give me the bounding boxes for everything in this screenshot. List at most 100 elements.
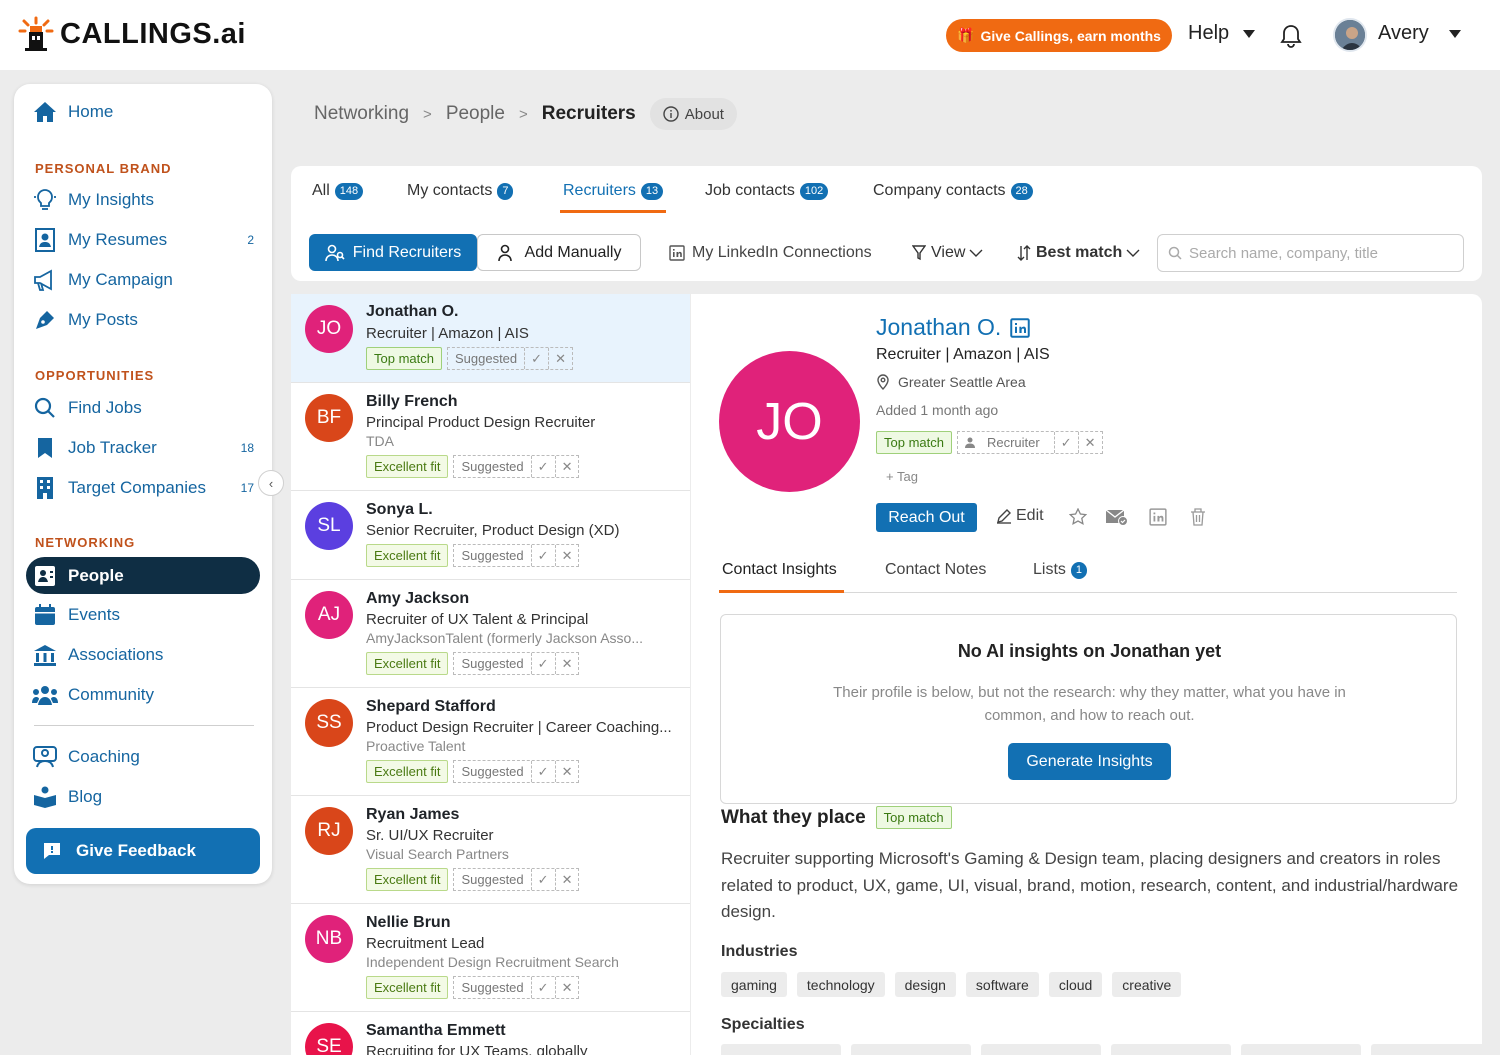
breadcrumb-networking[interactable]: Networking bbox=[314, 103, 409, 125]
sidebar-item-my-campaign[interactable]: My Campaign bbox=[32, 267, 254, 293]
help-menu[interactable]: Help bbox=[1188, 22, 1256, 45]
role-tag-label: Recruiter bbox=[958, 432, 1054, 453]
specialty-chips bbox=[721, 1044, 1500, 1055]
tab-recruiters[interactable]: Recruiters 13 bbox=[563, 182, 664, 200]
add-manually-button[interactable]: Add Manually bbox=[477, 234, 641, 271]
accept-icon[interactable]: ✓ bbox=[530, 545, 555, 566]
accept-icon[interactable]: ✓ bbox=[530, 977, 555, 998]
reject-icon[interactable]: ✕ bbox=[554, 869, 579, 890]
resume-icon bbox=[32, 227, 58, 253]
sidebar-item-label: Blog bbox=[68, 787, 103, 806]
sidebar-item-events[interactable]: Events bbox=[32, 602, 254, 628]
star-icon[interactable] bbox=[1069, 508, 1087, 526]
accept-icon[interactable]: ✓ bbox=[1053, 432, 1078, 453]
contact-name-heading[interactable]: Jonathan O. bbox=[876, 314, 1031, 341]
tab-label: Job contacts bbox=[705, 182, 795, 199]
accept-icon[interactable]: ✓ bbox=[530, 869, 555, 890]
logo[interactable]: CALLINGS.ai bbox=[18, 16, 246, 52]
contact-row[interactable]: JO Jonathan O. Recruiter | Amazon | AIS To… bbox=[291, 294, 690, 383]
sidebar-item-label: Target Companies bbox=[68, 478, 206, 497]
email-verified-icon[interactable] bbox=[1105, 508, 1129, 526]
reject-icon[interactable]: ✕ bbox=[548, 348, 572, 369]
home-icon bbox=[32, 99, 58, 125]
sidebar-divider bbox=[34, 725, 254, 726]
bell-icon[interactable] bbox=[1280, 24, 1302, 48]
tab-job-contacts[interactable]: Job contacts 102 bbox=[705, 182, 829, 200]
specialties-heading: Specialties bbox=[721, 1016, 805, 1033]
linkedin-icon[interactable] bbox=[1010, 317, 1031, 338]
breadcrumb-people[interactable]: People bbox=[446, 103, 505, 125]
reject-icon[interactable]: ✕ bbox=[554, 761, 579, 782]
contact-row[interactable]: SE Samantha Emmett Recruiting for UX Teams… bbox=[291, 1012, 690, 1055]
contact-title: Recruiter | Amazon | AIS bbox=[876, 346, 1050, 363]
contact-title: Recruiting for UX Teams, globally bbox=[366, 1043, 588, 1055]
tab-label: Lists bbox=[1033, 561, 1066, 578]
avatar-photo-icon bbox=[1335, 20, 1365, 50]
give-callings-button[interactable]: 🎁 Give Callings, earn months bbox=[946, 19, 1172, 52]
contact-tags: Excellent fit Suggested ✓ ✕ bbox=[366, 976, 580, 999]
view-dropdown[interactable]: View bbox=[912, 244, 983, 262]
contact-tags: Excellent fit Suggested ✓ ✕ bbox=[366, 455, 580, 478]
linkedin-icon[interactable] bbox=[1149, 508, 1167, 526]
contact-row[interactable]: SL Sonya L. Senior Recruiter, Product Desi… bbox=[291, 491, 690, 580]
linkedin-connections-button[interactable]: My LinkedIn Connections bbox=[669, 244, 872, 262]
search-icon bbox=[32, 395, 58, 421]
reject-icon[interactable]: ✕ bbox=[1077, 432, 1102, 453]
tab-contact-insights[interactable]: Contact Insights bbox=[722, 561, 837, 579]
find-recruiters-button[interactable]: Find Recruiters bbox=[309, 234, 477, 271]
sidebar-item-label: My Campaign bbox=[68, 270, 173, 289]
sidebar-item-target-companies[interactable]: Target Companies 17 bbox=[32, 475, 254, 501]
sidebar-item-find-jobs[interactable]: Find Jobs bbox=[32, 395, 254, 421]
tab-company-contacts[interactable]: Company contacts 28 bbox=[873, 182, 1033, 200]
sort-dropdown[interactable]: Best match bbox=[1017, 244, 1140, 262]
sidebar-item-label: My Insights bbox=[68, 190, 154, 209]
search-input[interactable]: Search name, company, title bbox=[1157, 234, 1464, 272]
user-menu[interactable]: Avery bbox=[1378, 22, 1461, 45]
sidebar-item-home[interactable]: Home bbox=[32, 99, 254, 125]
contact-row[interactable]: SS Shepard Stafford Product Design Recruit… bbox=[291, 688, 690, 796]
about-button[interactable]: About bbox=[649, 98, 737, 130]
contact-row[interactable]: RJ Ryan James Sr. UI/UX Recruiter Visual Se… bbox=[291, 796, 690, 904]
accept-icon[interactable]: ✓ bbox=[530, 456, 555, 477]
sidebar-item-coaching[interactable]: Coaching bbox=[32, 744, 254, 770]
contact-row[interactable]: AJ Amy Jackson Recruiter of UX Talent & Pr… bbox=[291, 580, 690, 688]
suggested-label: Suggested bbox=[461, 656, 524, 671]
suggested-label: Suggested bbox=[461, 459, 524, 474]
tab-contact-notes[interactable]: Contact Notes bbox=[885, 561, 986, 579]
add-tag-button[interactable]: + Tag bbox=[886, 469, 918, 484]
reject-icon[interactable]: ✕ bbox=[554, 977, 579, 998]
sidebar-item-job-tracker[interactable]: Job Tracker 18 bbox=[32, 435, 254, 461]
tab-all[interactable]: All 148 bbox=[312, 182, 364, 200]
sidebar-item-my-insights[interactable]: My Insights bbox=[32, 187, 254, 213]
sidebar-item-associations[interactable]: Associations bbox=[32, 642, 254, 668]
contact-row[interactable]: NB Nellie Brun Recruitment Lead Independent… bbox=[291, 904, 690, 1012]
tab-count-badge: 148 bbox=[334, 182, 364, 200]
collapse-sidebar-button[interactable]: ‹ bbox=[258, 470, 284, 496]
sidebar-item-blog[interactable]: Blog bbox=[32, 784, 254, 810]
edit-button[interactable]: Edit bbox=[996, 507, 1044, 525]
reach-out-button[interactable]: Reach Out bbox=[876, 503, 977, 532]
sidebar-item-community[interactable]: Community bbox=[32, 682, 254, 708]
person-icon bbox=[964, 437, 975, 448]
what-they-place-heading: What they place Top match bbox=[721, 806, 952, 829]
sidebar-item-people[interactable]: People bbox=[32, 563, 254, 589]
reject-icon[interactable]: ✕ bbox=[554, 456, 579, 477]
accept-icon[interactable]: ✓ bbox=[530, 653, 555, 674]
trash-icon[interactable] bbox=[1190, 508, 1206, 526]
sidebar-item-my-posts[interactable]: My Posts bbox=[32, 307, 254, 333]
contact-row[interactable]: BF Billy French Principal Product Design R… bbox=[291, 383, 690, 491]
contact-tags: Top match Recruiter ✓ ✕ bbox=[876, 431, 1103, 454]
generate-insights-button[interactable]: Generate Insights bbox=[1008, 743, 1171, 780]
tab-my-contacts[interactable]: My contacts 7 bbox=[407, 182, 514, 200]
tab-count-badge: 1 bbox=[1070, 561, 1088, 579]
role-tag-text: Recruiter bbox=[986, 435, 1040, 450]
reject-icon[interactable]: ✕ bbox=[554, 653, 579, 674]
user-avatar[interactable] bbox=[1333, 18, 1367, 52]
tab-lists[interactable]: Lists 1 bbox=[1033, 561, 1088, 579]
sidebar-item-my-resumes[interactable]: My Resumes 2 bbox=[32, 227, 254, 253]
give-feedback-button[interactable]: Give Feedback bbox=[26, 828, 260, 874]
accept-icon[interactable]: ✓ bbox=[524, 348, 548, 369]
accept-icon[interactable]: ✓ bbox=[530, 761, 555, 782]
reject-icon[interactable]: ✕ bbox=[554, 545, 579, 566]
sidebar-item-label: Job Tracker bbox=[68, 438, 157, 457]
